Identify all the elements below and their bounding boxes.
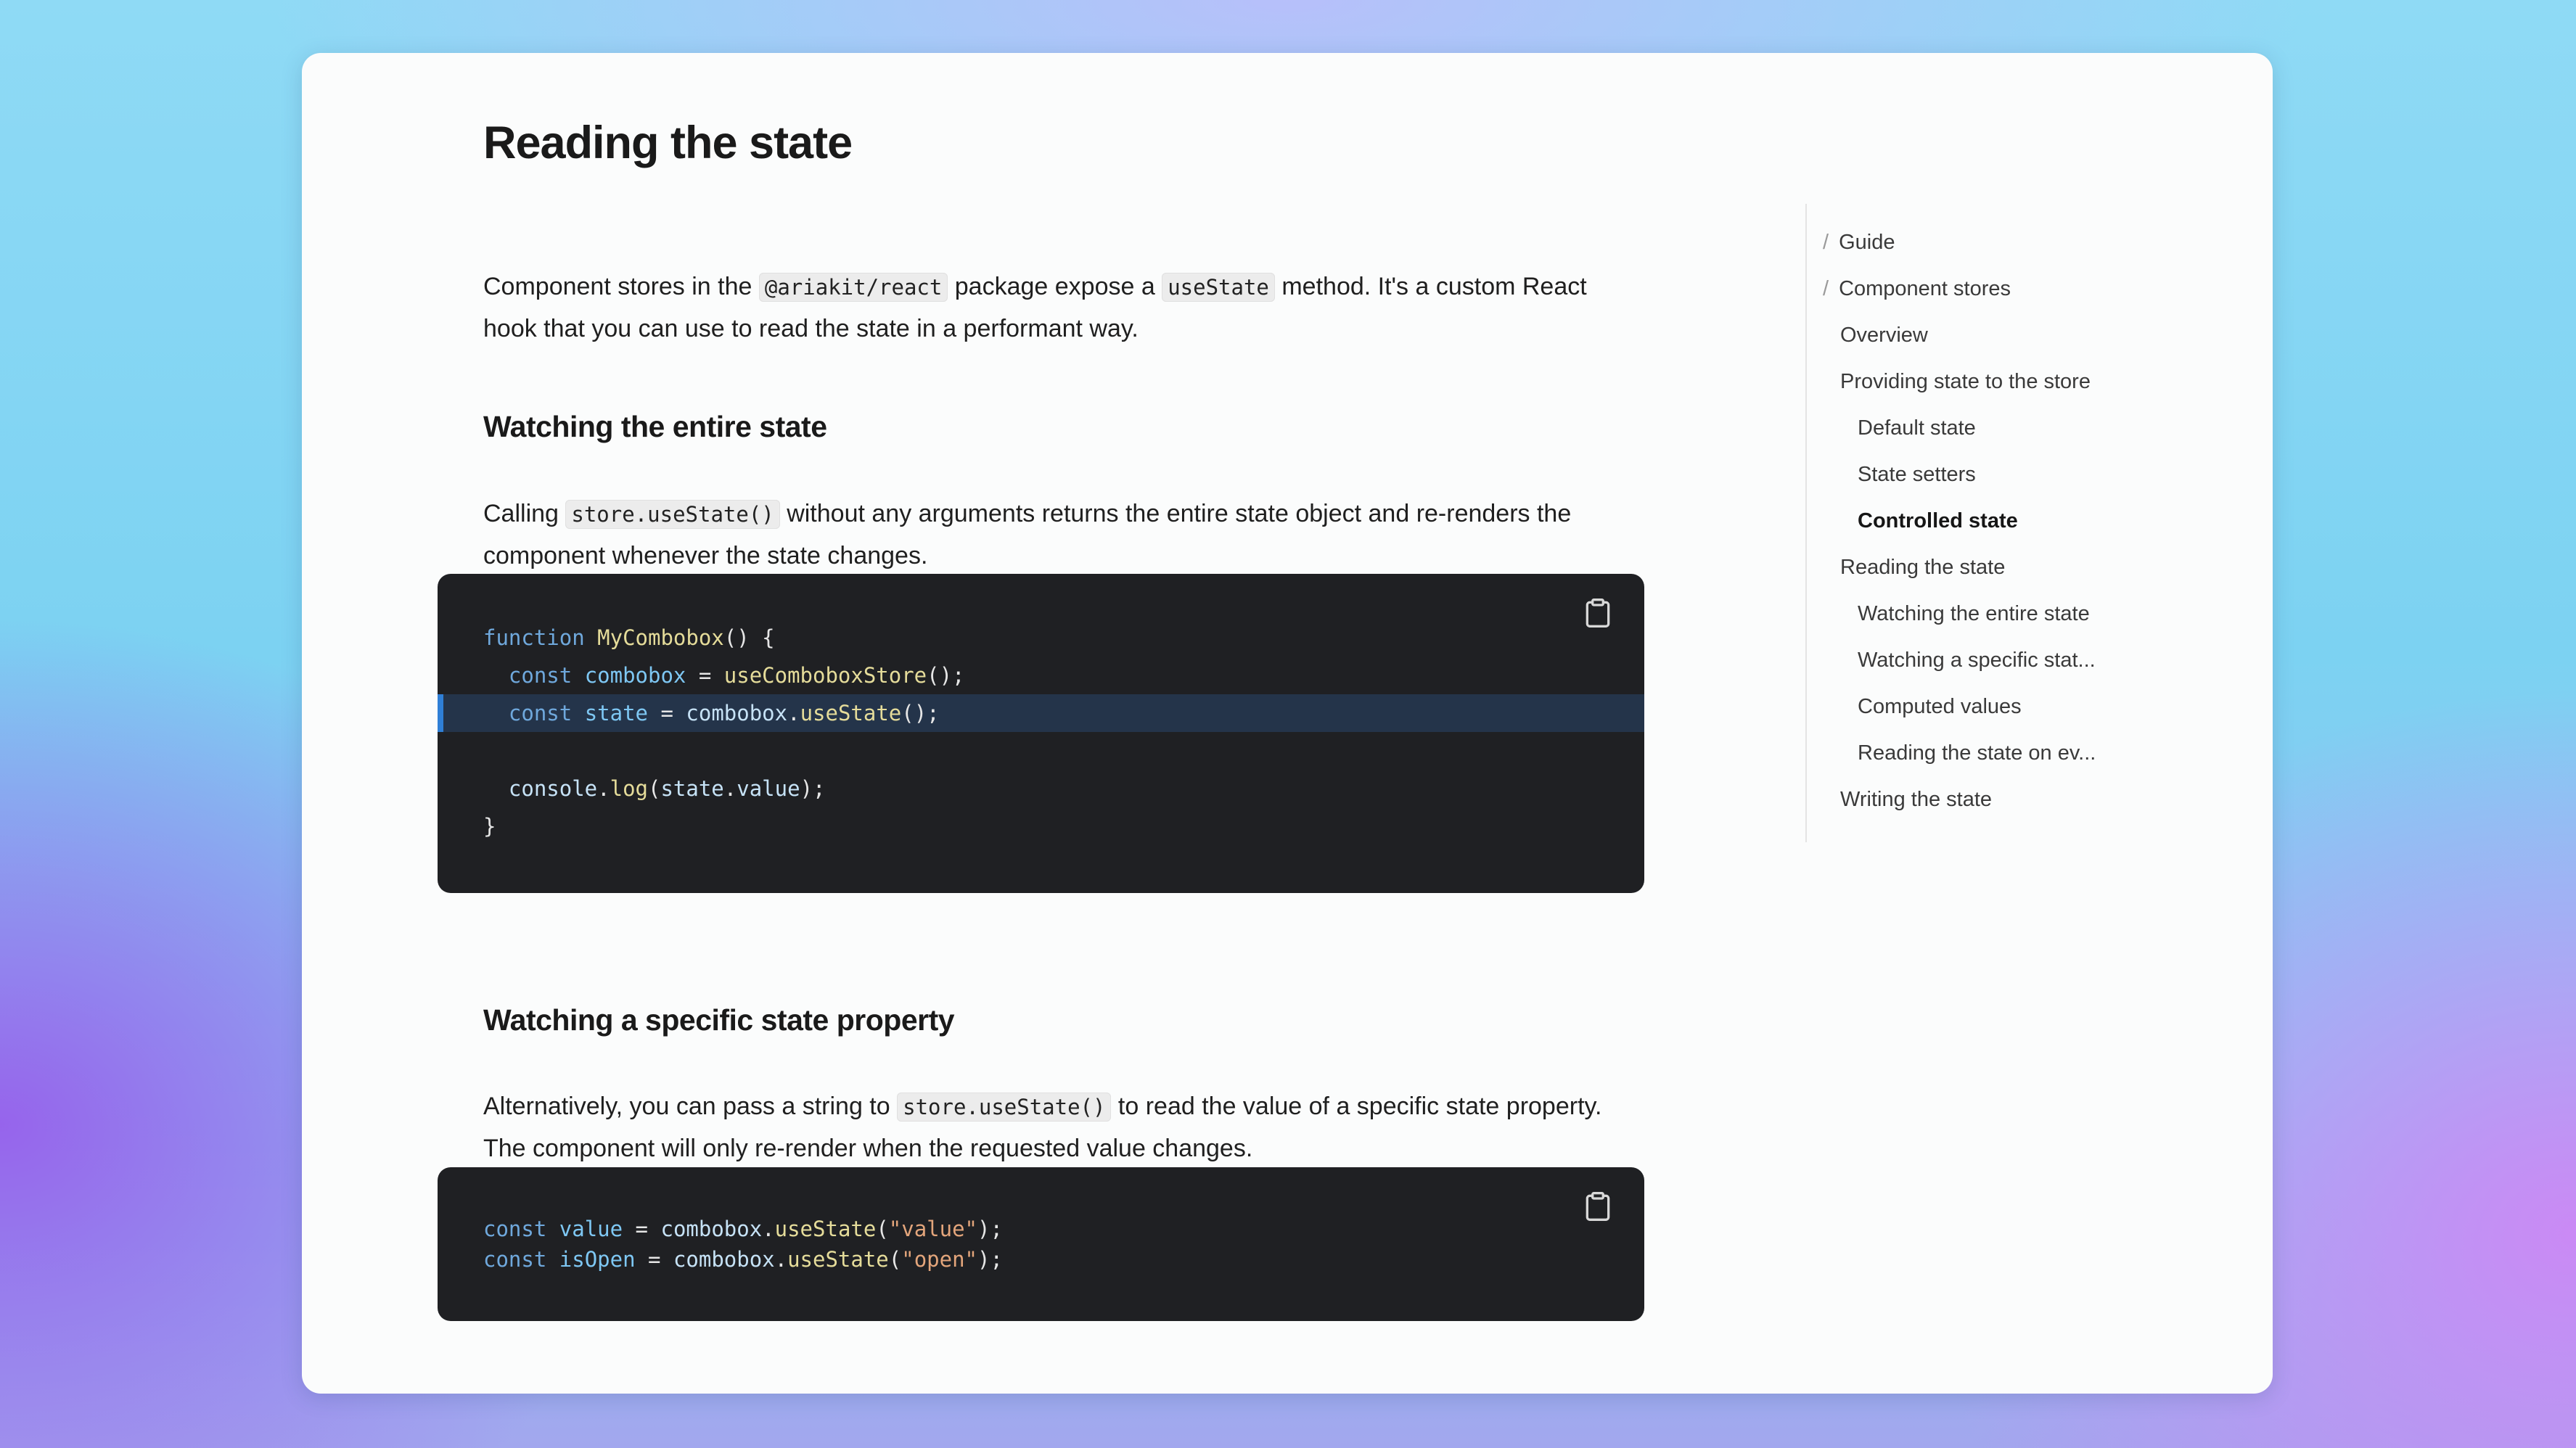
toc-item-default-state[interactable]: Default state — [1858, 416, 1976, 440]
code-token: value — [737, 776, 800, 801]
intro-text: package expose a — [948, 273, 1162, 300]
toc-label: Guide — [1839, 231, 1895, 254]
code-token: = — [623, 1217, 661, 1241]
toc-item-reading-state-on-events[interactable]: Reading the state on ev... — [1858, 741, 2096, 765]
code-line: const value = combobox.useState("value")… — [438, 1214, 1644, 1244]
code-token: const — [483, 1247, 547, 1272]
code-line-highlighted: const state = combobox.useState(); — [438, 694, 1644, 732]
code-token: combobox — [686, 701, 788, 725]
toc-separator: / — [1823, 231, 1829, 254]
code-token: ( — [888, 1247, 902, 1272]
inline-code: @ariakit/react — [758, 273, 948, 302]
toc-item-providing-state[interactable]: Providing state to the store — [1840, 370, 2091, 394]
inline-code: store.useState() — [897, 1093, 1112, 1122]
docs-card: Reading the state Component stores in th… — [302, 53, 2273, 1394]
code-token: = — [635, 1247, 673, 1272]
toc-item-computed-values[interactable]: Computed values — [1858, 695, 2022, 719]
paragraph-text: Calling — [483, 500, 566, 527]
code-token: "value" — [888, 1217, 978, 1241]
code-token: const — [508, 701, 573, 725]
code-token: ); — [977, 1247, 1003, 1272]
toc-divider — [1805, 204, 1807, 842]
code-line: console.log(state.value); — [438, 770, 1644, 807]
code-token: ( — [876, 1217, 889, 1241]
code-token: useState — [787, 1247, 889, 1272]
code-token: (); — [901, 701, 940, 725]
code-token: combobox — [673, 1247, 775, 1272]
code-token: combobox — [660, 1217, 763, 1241]
page-title: Reading the state — [483, 118, 853, 168]
toc-item-state-setters[interactable]: State setters — [1858, 463, 1976, 487]
code-token: ( — [648, 776, 661, 801]
intro-text: Component stores in the — [483, 273, 759, 300]
code-token: "open" — [901, 1247, 978, 1272]
code-token: ); — [977, 1217, 1003, 1241]
section-heading-entire-state: Watching the entire state — [483, 410, 827, 443]
toc-breadcrumb-component-stores[interactable]: / Component stores — [1823, 277, 2011, 301]
section-heading-specific-property: Watching a specific state property — [483, 1003, 955, 1037]
code-token: useState — [800, 701, 902, 725]
code-token: isOpen — [559, 1247, 636, 1272]
section1-paragraph: Calling store.useState() without any arg… — [483, 493, 1615, 577]
code-token: combobox — [584, 663, 686, 688]
toc-item-controlled-state[interactable]: Controlled state — [1858, 509, 2018, 533]
code-token: const — [483, 1217, 547, 1241]
code-token: = — [648, 701, 686, 725]
code-block-specific-property: const value = combobox.useState("value")… — [438, 1167, 1644, 1321]
code-token: state — [584, 701, 649, 725]
code-token: (); — [927, 663, 965, 688]
toc-item-watching-entire-state[interactable]: Watching the entire state — [1858, 602, 2090, 626]
code-token: . — [774, 1247, 788, 1272]
code-token: useComboboxStore — [723, 663, 927, 688]
code-token: } — [483, 814, 496, 839]
code-token: = — [686, 663, 724, 688]
intro-paragraph: Component stores in the @ariakit/react p… — [483, 266, 1615, 350]
toc-item-overview[interactable]: Overview — [1840, 324, 1928, 347]
code-token: () { — [723, 625, 775, 650]
inline-code: useState — [1162, 273, 1275, 302]
toc-separator: / — [1823, 277, 1829, 300]
toc-item-watching-specific-state[interactable]: Watching a specific stat... — [1858, 649, 2096, 672]
inline-code: store.useState() — [565, 500, 780, 529]
code-token: function — [483, 625, 585, 650]
section2-paragraph: Alternatively, you can pass a string to … — [483, 1086, 1615, 1169]
paragraph-text: Alternatively, you can pass a string to — [483, 1093, 898, 1120]
code-line: const combobox = useComboboxStore(); — [438, 657, 1644, 694]
code-block-entire-state: function MyCombobox() { const combobox =… — [438, 574, 1644, 893]
code-token: value — [559, 1217, 623, 1241]
code-token: MyCombobox — [597, 625, 724, 650]
code-token: useState — [774, 1217, 877, 1241]
code-line: const isOpen = combobox.useState("open")… — [438, 1244, 1644, 1275]
toc-breadcrumb-guide[interactable]: / Guide — [1823, 231, 1895, 255]
code-token: . — [597, 776, 610, 801]
code-token: const — [508, 663, 573, 688]
toc-item-reading-the-state[interactable]: Reading the state — [1840, 556, 2005, 580]
code-token: console — [508, 776, 598, 801]
code-token: . — [723, 776, 737, 801]
code-token: . — [762, 1217, 775, 1241]
toc-item-writing-the-state[interactable]: Writing the state — [1840, 788, 1992, 812]
code-token: ); — [800, 776, 826, 801]
code-line: } — [438, 807, 1644, 845]
code-token: state — [660, 776, 724, 801]
code-token: . — [787, 701, 800, 725]
code-token: log — [610, 776, 648, 801]
code-line: function MyCombobox() { — [438, 619, 1644, 657]
toc-label: Component stores — [1839, 277, 2011, 300]
